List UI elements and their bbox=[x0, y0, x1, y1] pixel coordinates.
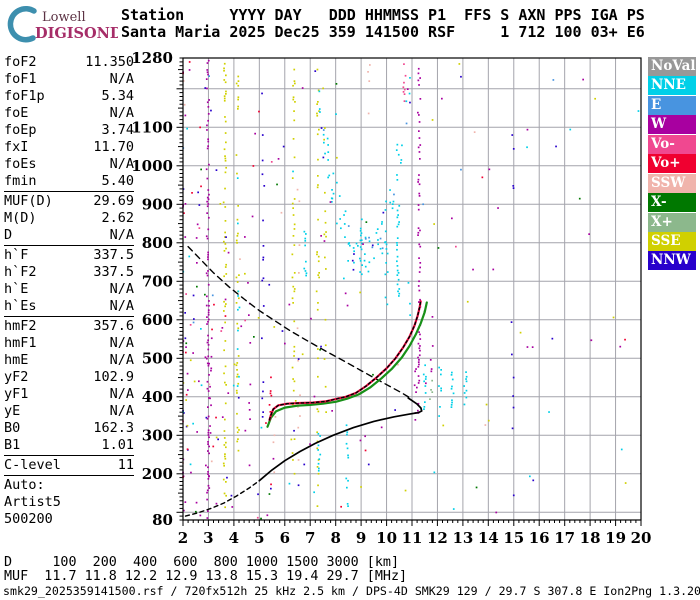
svg-text:1000: 1000 bbox=[131, 157, 173, 175]
legend-item-nnw: NNW bbox=[648, 251, 696, 271]
svg-text:600: 600 bbox=[142, 311, 173, 329]
svg-text:9: 9 bbox=[356, 529, 366, 547]
svg-text:13: 13 bbox=[452, 529, 473, 547]
svg-text:1280: 1280 bbox=[131, 49, 173, 67]
svg-text:900: 900 bbox=[142, 196, 173, 214]
legend-item-e: E bbox=[648, 95, 696, 115]
svg-text:300: 300 bbox=[142, 427, 173, 445]
svg-text:18: 18 bbox=[580, 529, 601, 547]
svg-text:20: 20 bbox=[631, 529, 652, 547]
legend-item-x: X- bbox=[648, 193, 696, 213]
legend-item-vo: Vo- bbox=[648, 134, 696, 154]
svg-text:10: 10 bbox=[376, 529, 397, 547]
svg-text:17: 17 bbox=[554, 529, 575, 547]
svg-text:700: 700 bbox=[142, 273, 173, 291]
svg-text:2: 2 bbox=[178, 529, 188, 547]
svg-text:1100: 1100 bbox=[131, 119, 173, 137]
distance-row: D 100 200 400 600 800 1000 1500 3000 [km… bbox=[4, 555, 400, 570]
legend-item-vo: Vo+ bbox=[648, 154, 696, 174]
svg-text:800: 800 bbox=[142, 234, 173, 252]
status-line: smk29_2025359141500.rsf / 720fx512h 25 k… bbox=[3, 584, 700, 598]
legend-item-w: W bbox=[648, 115, 696, 135]
legend-item-x: X+ bbox=[648, 212, 696, 232]
profile-model bbox=[184, 480, 260, 517]
svg-text:80: 80 bbox=[152, 511, 173, 529]
echo-classification-legend: NoVal NNE E W Vo- Vo+ SSW X- X+ SSE NNW bbox=[648, 57, 696, 271]
true-height-profile bbox=[258, 397, 423, 482]
svg-text:15: 15 bbox=[503, 529, 524, 547]
svg-text:3: 3 bbox=[203, 529, 213, 547]
ionogram-plot: 80 200 300 400 500 600 700 800 900 1000 1100 1280 2 3… bbox=[131, 49, 652, 547]
svg-text:4: 4 bbox=[229, 529, 239, 547]
svg-text:5: 5 bbox=[254, 529, 264, 547]
x-trace bbox=[266, 301, 428, 428]
svg-text:7: 7 bbox=[305, 529, 315, 547]
digisonde-ionogram-page: Lowell DIGISONDE Station YYYY DAY DDD HH… bbox=[0, 0, 700, 600]
svg-text:16: 16 bbox=[529, 529, 550, 547]
svg-text:8: 8 bbox=[330, 529, 340, 547]
legend-item-sse: SSE bbox=[648, 231, 696, 251]
svg-text:200: 200 bbox=[142, 465, 173, 483]
svg-text:400: 400 bbox=[142, 388, 173, 406]
muf-row: MUF 11.7 11.8 12.2 12.9 13.8 15.3 19.4 2… bbox=[4, 568, 408, 584]
legend-item-nne: NNE bbox=[648, 76, 696, 96]
svg-text:6: 6 bbox=[280, 529, 290, 547]
svg-text:14: 14 bbox=[478, 529, 499, 547]
legend-item-ssw: SSW bbox=[648, 173, 696, 193]
svg-text:500: 500 bbox=[142, 350, 173, 368]
svg-text:19: 19 bbox=[605, 529, 626, 547]
muf-distance-table: D 100 200 400 600 800 1000 1500 3000 [km… bbox=[4, 556, 407, 583]
svg-text:11: 11 bbox=[402, 529, 423, 547]
legend-item-noval: NoVal bbox=[648, 57, 696, 76]
svg-text:12: 12 bbox=[427, 529, 448, 547]
